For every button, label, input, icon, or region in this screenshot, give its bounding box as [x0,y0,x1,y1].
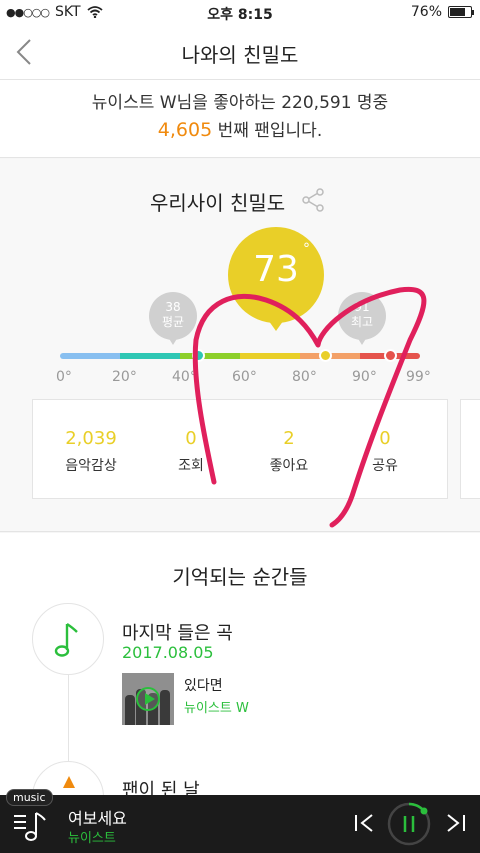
next-stats-card[interactable] [460,399,480,499]
battery-icon [448,6,474,18]
fan-count-text: 뉴이스트 W님을 좋아하는 220,591 명중 [91,93,389,113]
gauge-tick: 0° [56,369,72,385]
max-label: 최고 [350,315,374,329]
average-marker [191,349,205,362]
gauge-tick: 20° [112,369,137,385]
max-bubble: 91 최고 [338,292,386,345]
my-score-marker [318,349,332,362]
fan-rank-section: 뉴이스트 W님을 좋아하는 220,591 명중 4,605 번째 팬입니다. [0,80,480,158]
music-note-icon [54,623,78,657]
mini-player[interactable]: music 여보세요 뉴이스트 [0,789,480,853]
moments-section: 기억되는 순간들 마지막 들은 곡 2017.08.05 있다면 뉴이스트 W … [0,533,480,833]
max-marker [384,349,398,362]
intimacy-section: 우리사이 친밀도 38 평균 91 최고 73 ° 0° 20° 40° 60°… [0,159,480,532]
gauge-segment [180,353,240,359]
degree-symbol: ° [303,241,310,257]
gauge-tick: 60° [232,369,257,385]
gauge-segment [240,353,300,359]
battery-percent: 76% [410,4,442,20]
status-right: 76% [410,4,474,20]
last-song-badge [32,603,104,675]
app-header: 나와의 친밀도 [0,24,480,80]
gauge-tick: 99° [406,369,431,385]
now-playing-artist[interactable]: 뉴이스트 [68,827,116,846]
fan-rank-suffix: 번째 팬입니다. [212,121,323,141]
now-playing-title[interactable]: 여보세요 [68,805,127,829]
fan-rank-number: 4,605 [157,119,213,141]
gauge-tick: 90° [352,369,377,385]
page-title: 나와의 친밀도 [181,43,299,67]
gauge-tick: 80° [292,369,317,385]
pause-icon[interactable] [386,801,432,847]
music-badge: music [6,789,53,806]
moment-date: 2017.08.05 [122,643,214,662]
intimacy-score-bubble: 73 ° [228,227,324,331]
album-thumbnail[interactable] [122,673,174,725]
status-bar: ●●○○○ SKT 오후 8:15 76% [0,0,480,24]
status-time: 오후 8:15 [207,7,273,23]
stats-card: 2,039 음악감상 0 조회 2 좋아요 0 공유 [32,399,448,499]
gauge-segment [60,353,120,359]
average-label: 평균 [161,315,185,329]
moments-title: 기억되는 순간들 [172,565,308,589]
average-bubble: 38 평균 [149,292,197,345]
playlist-icon[interactable] [12,807,48,843]
stat-label: 공유 [372,458,398,474]
share-icon[interactable] [300,187,326,213]
average-value: 38 [165,300,181,314]
gauge-segment [120,353,180,359]
gauge-tick: 40° [172,369,197,385]
intimacy-gauge [60,349,420,362]
stat-value: 0 [379,428,391,449]
moment-title: 마지막 들은 곡 [122,623,233,644]
previous-track-icon[interactable] [348,807,380,839]
intimacy-title: 우리사이 친밀도 [150,191,286,215]
stat-shares: 0 공유 [325,428,445,475]
fan-rank-line: 4,605 번째 팬입니다. [0,116,480,141]
play-icon[interactable] [136,687,160,711]
max-value: 91 [354,300,370,314]
next-track-icon[interactable] [440,807,472,839]
song-title[interactable]: 있다면 [184,675,223,695]
song-artist[interactable]: 뉴이스트 W [184,697,249,716]
